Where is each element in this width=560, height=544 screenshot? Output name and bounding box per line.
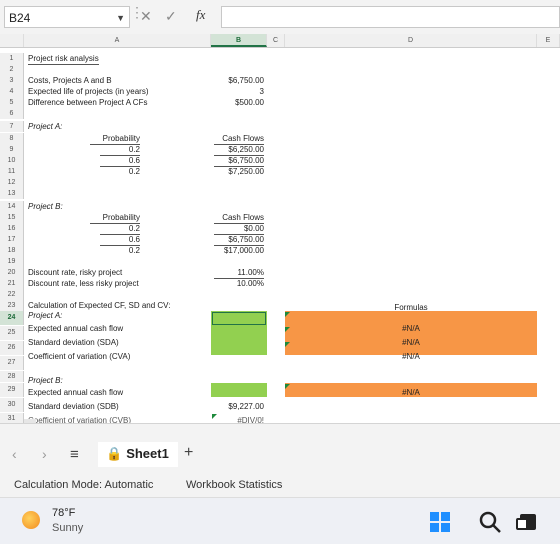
status-bar: Calculation Mode: Automatic Workbook Sta… — [0, 467, 560, 497]
fx-icon[interactable]: fx — [196, 7, 205, 23]
row-header[interactable]: 28 — [0, 371, 24, 382]
row-header[interactable]: 7 — [0, 121, 24, 132]
formula-bar: B24 ▼ ⋮ ✕ ✓ fx — [0, 0, 560, 35]
column-header-c[interactable]: C — [267, 34, 285, 47]
cell-b5[interactable]: $500.00 — [211, 97, 264, 108]
column-header-a[interactable]: A — [24, 34, 211, 47]
all-sheets-icon[interactable]: ≡ — [70, 446, 79, 463]
row-header-selected[interactable]: 24 — [0, 311, 24, 325]
row-header[interactable]: 21 — [0, 278, 24, 289]
check-icon[interactable]: ✓ — [165, 8, 177, 25]
cell-b20[interactable]: 10.00% — [214, 278, 264, 289]
cell-a19[interactable]: Discount rate, risky project — [28, 267, 122, 278]
column-header-d[interactable]: D — [285, 34, 537, 47]
cell-b30[interactable]: $9,227.00 — [211, 401, 264, 412]
cell-a30[interactable]: Standard deviation (SDB) — [28, 401, 119, 412]
cell-d26[interactable]: #N/A — [285, 351, 537, 362]
row-header[interactable]: 5 — [0, 97, 24, 108]
weather-temp[interactable]: 78°F — [52, 507, 75, 519]
cell-b11[interactable]: $7,250.00 — [214, 166, 264, 177]
name-box-value: B24 — [9, 11, 31, 25]
cell-a31[interactable]: Coefficient of variation (CVB) — [28, 415, 131, 423]
row-header[interactable]: 22 — [0, 289, 24, 300]
row-header[interactable]: 29 — [0, 383, 24, 397]
cell-d29[interactable]: #N/A — [285, 387, 537, 398]
column-header-b[interactable]: B — [211, 34, 267, 47]
search-icon[interactable] — [478, 510, 502, 534]
row-header[interactable]: 19 — [0, 256, 24, 267]
cell-a25[interactable]: Standard deviation (SDA) — [28, 337, 119, 348]
active-cell-b24[interactable] — [212, 312, 266, 325]
cell-a20[interactable]: Discount rate, less risky project — [28, 278, 139, 289]
row-header[interactable]: 30 — [0, 398, 24, 412]
spreadsheet-grid[interactable]: 1 2 3 4 5 6 7 8 9 10 11 12 13 14 15 16 1… — [0, 47, 560, 423]
cell-a23[interactable]: Project A: — [28, 310, 62, 321]
cell-a17[interactable]: 0.2 — [100, 245, 140, 256]
cell-a4[interactable]: Expected life of projects (in years) — [28, 86, 149, 97]
row-header[interactable]: 12 — [0, 177, 24, 188]
row-header[interactable]: 23 — [0, 300, 24, 311]
formula-input[interactable] — [221, 6, 560, 28]
x-icon[interactable]: ✕ — [140, 8, 152, 25]
cell-a5[interactable]: Difference between Project A CFs — [28, 97, 147, 108]
cell-b17[interactable]: $17,000.00 — [214, 245, 264, 256]
row-header[interactable]: 18 — [0, 245, 24, 256]
taskbar: 78°F Sunny — [0, 497, 560, 544]
row-header[interactable]: 9 — [0, 144, 24, 155]
sheet-tab-bar: ‹ › ≡ 🔒 Sheet1 + — [0, 423, 560, 470]
cell-a28[interactable]: Project B: — [28, 375, 63, 386]
row-header[interactable]: 14 — [0, 201, 24, 212]
cell-a24[interactable]: Expected annual cash flow — [28, 323, 123, 334]
sun-icon[interactable] — [22, 511, 40, 529]
row-header[interactable]: 26 — [0, 341, 24, 355]
name-box[interactable]: B24 ▼ — [4, 6, 130, 28]
lock-icon: 🔒 — [106, 446, 123, 461]
sheet-tab-sheet1[interactable]: 🔒 Sheet1 — [98, 442, 178, 470]
cell-d24[interactable]: #N/A — [285, 323, 537, 334]
cell-a3[interactable]: Costs, Projects A and B — [28, 75, 112, 86]
cell-b3[interactable]: $6,750.00 — [211, 75, 264, 86]
row-header[interactable]: 11 — [0, 166, 24, 177]
row-header[interactable]: 13 — [0, 188, 24, 199]
row-header[interactable]: 27 — [0, 356, 24, 370]
row-header[interactable]: 1 — [0, 53, 24, 64]
row-header[interactable]: 31 — [0, 413, 24, 423]
cell-a11[interactable]: 0.2 — [100, 166, 140, 177]
row-header[interactable]: 25 — [0, 326, 24, 340]
cell-d22[interactable]: Formulas — [285, 302, 537, 313]
cell-d25[interactable]: #N/A — [285, 337, 537, 348]
cell-b4[interactable]: 3 — [211, 86, 264, 97]
column-headers: A B C D E — [0, 34, 560, 48]
cell-a29[interactable]: Expected annual cash flow — [28, 387, 123, 398]
app-icon[interactable] — [516, 512, 538, 532]
cell-a1[interactable]: Project risk analysis — [28, 53, 99, 65]
select-all-corner[interactable] — [0, 34, 24, 47]
workbook-stats[interactable]: Workbook Statistics — [186, 479, 282, 491]
cell-a26[interactable]: Coefficient of variation (CVA) — [28, 351, 130, 362]
sheet-tab-label: Sheet1 — [126, 446, 169, 461]
cell-b31[interactable]: #DIV/0! — [211, 415, 264, 423]
separator-dots: ⋮ — [130, 4, 144, 20]
row-header[interactable]: 10 — [0, 155, 24, 166]
row-header[interactable]: 15 — [0, 212, 24, 223]
row-header[interactable]: 17 — [0, 234, 24, 245]
row-header[interactable]: 3 — [0, 75, 24, 86]
calc-mode[interactable]: Calculation Mode: Automatic — [14, 479, 153, 491]
weather-condition[interactable]: Sunny — [52, 522, 83, 534]
add-sheet-button[interactable]: + — [184, 444, 193, 462]
prev-sheet-icon[interactable]: ‹ — [12, 446, 17, 462]
row-header[interactable]: 4 — [0, 86, 24, 97]
row-header[interactable]: 16 — [0, 223, 24, 234]
cell-a13[interactable]: Project B: — [28, 201, 63, 212]
windows-start-icon[interactable] — [430, 512, 450, 532]
cell-a7[interactable]: Project A: — [28, 121, 62, 132]
next-sheet-icon[interactable]: › — [42, 446, 47, 462]
chevron-down-icon[interactable]: ▼ — [116, 7, 125, 29]
row-header[interactable]: 8 — [0, 133, 24, 144]
row-header[interactable]: 20 — [0, 267, 24, 278]
green-fill-b29 — [211, 383, 267, 397]
column-header-e[interactable]: E — [537, 34, 560, 47]
row-header[interactable]: 6 — [0, 108, 24, 119]
row-header[interactable]: 2 — [0, 64, 24, 75]
